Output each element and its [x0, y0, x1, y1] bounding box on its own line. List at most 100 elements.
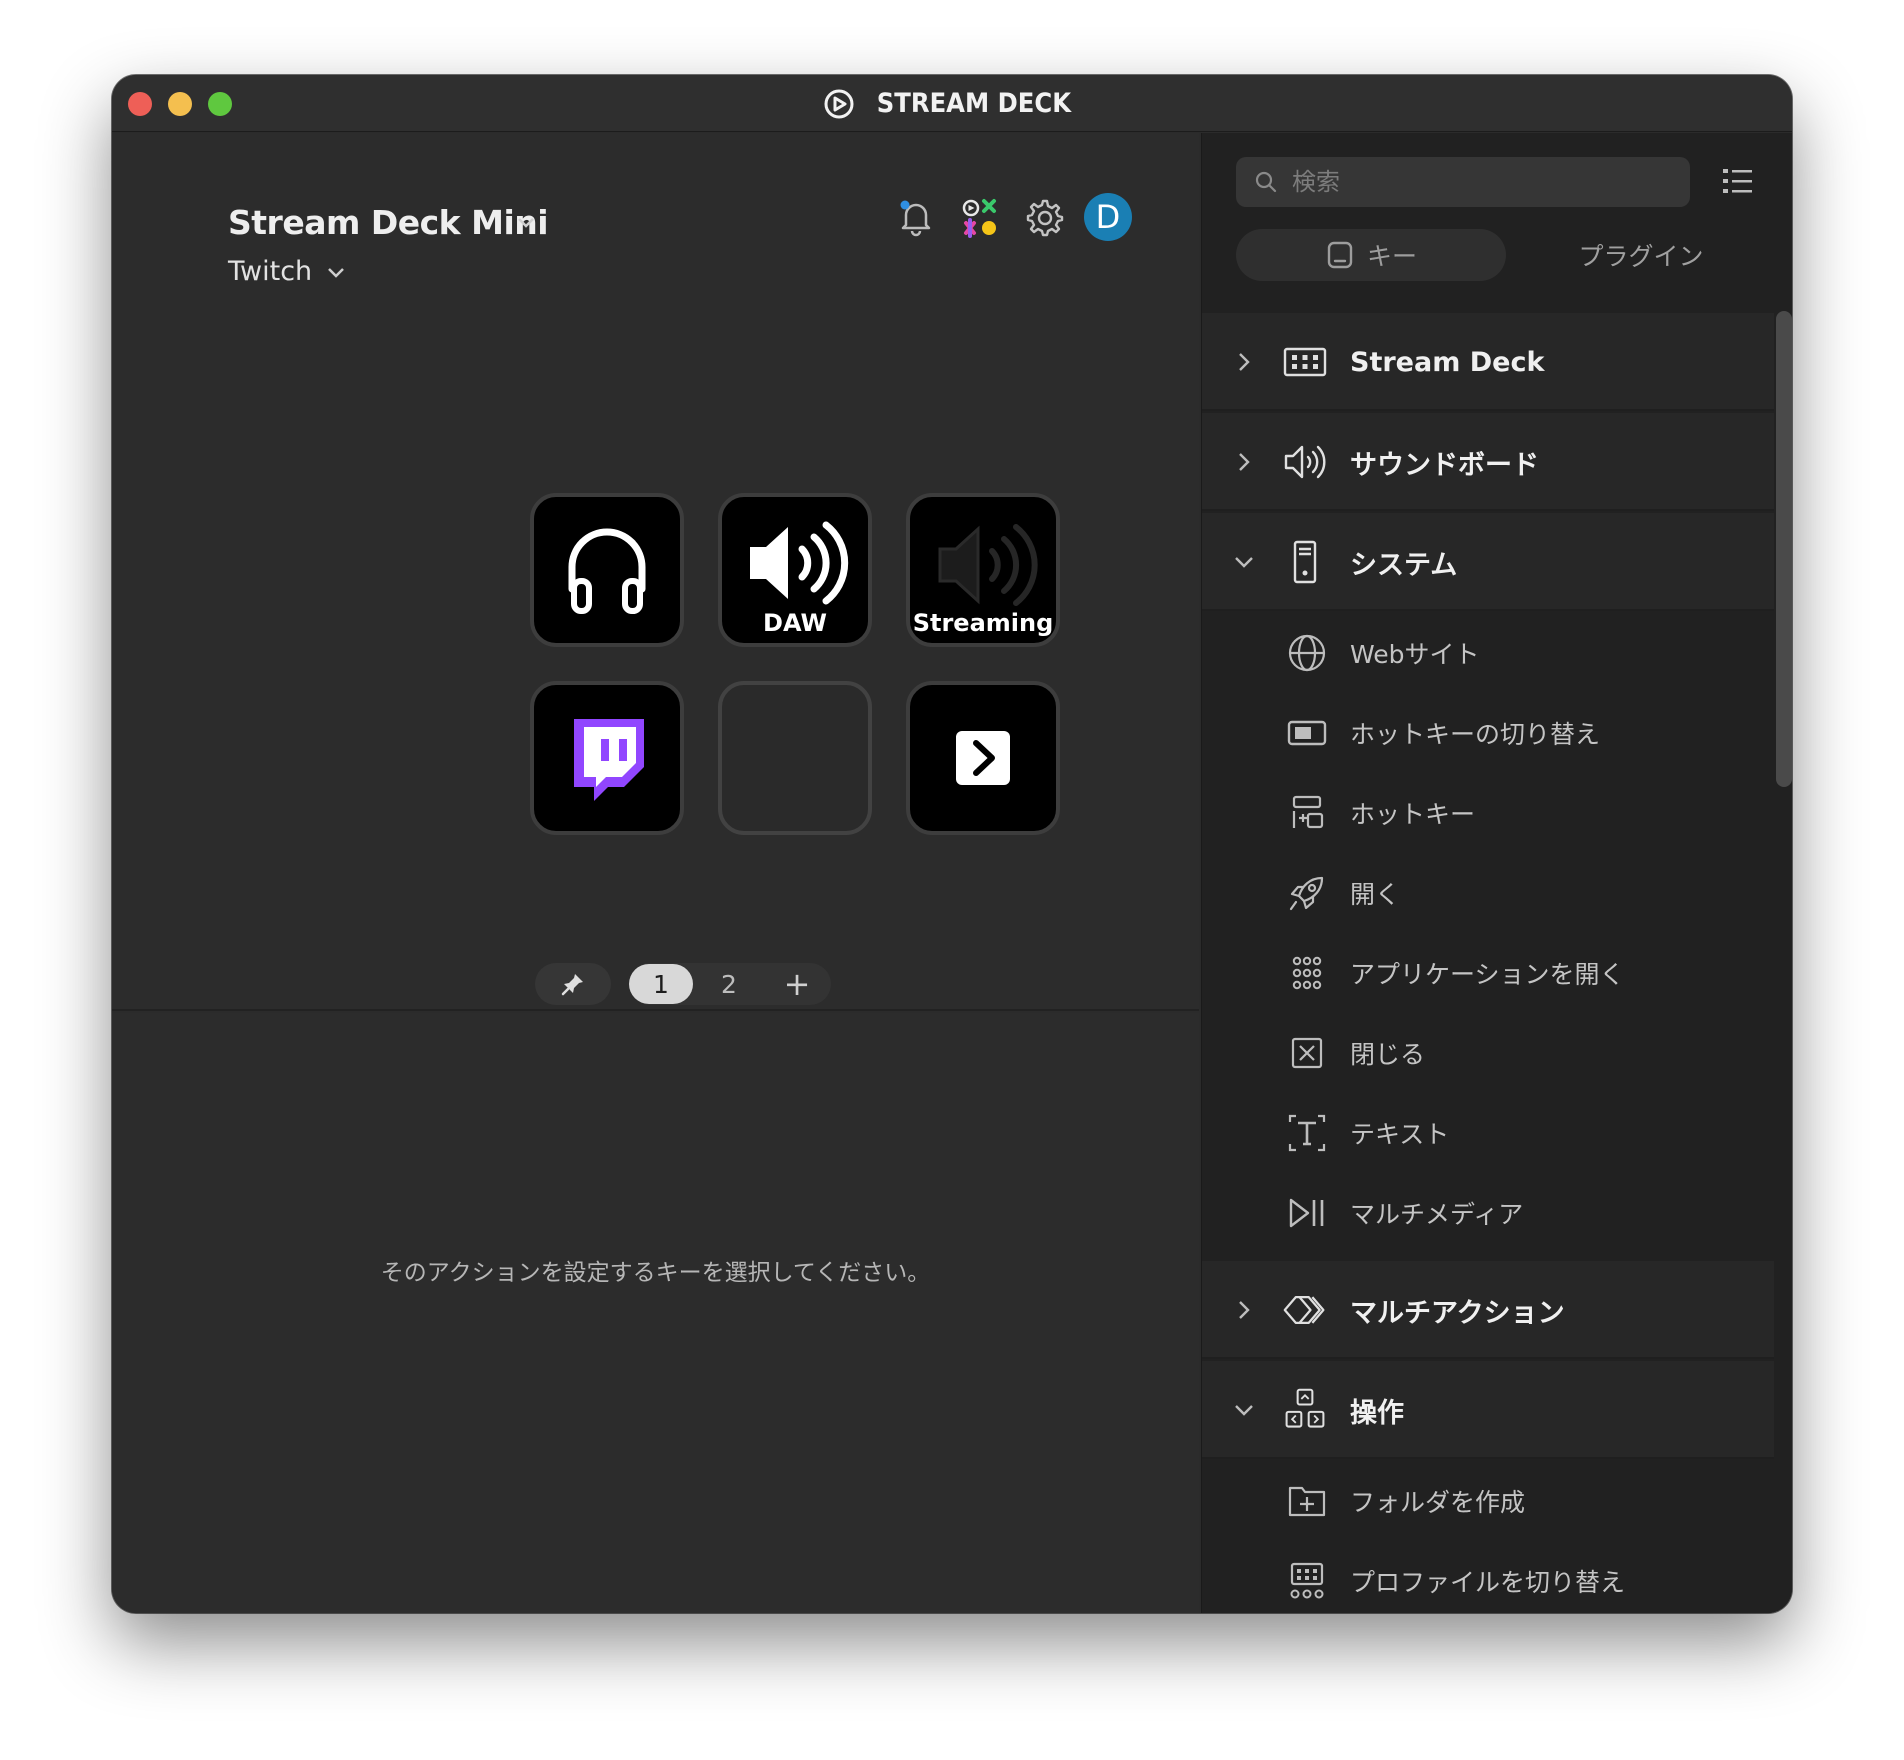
chevron-right-icon — [1239, 353, 1250, 371]
action-multimedia[interactable]: マルチメディア — [1202, 1173, 1774, 1253]
action-close[interactable]: 閉じる — [1202, 1013, 1774, 1093]
category-multi-action[interactable]: マルチアクション — [1202, 1261, 1774, 1359]
rocket-icon — [1289, 876, 1324, 911]
globe-icon — [1288, 634, 1326, 672]
marketplace-button[interactable] — [956, 193, 1004, 241]
action-label: アプリケーションを開く — [1350, 960, 1625, 989]
folder-plus-icon — [1288, 1486, 1326, 1517]
action-open-application[interactable]: アプリケーションを開く — [1202, 933, 1774, 1013]
key-4[interactable] — [530, 681, 684, 835]
category-operation[interactable]: 操作 — [1202, 1361, 1774, 1459]
hotkey-icon — [1292, 795, 1324, 829]
arrow-keys-icon — [1285, 1388, 1325, 1428]
switch-profile-icon — [1290, 1562, 1324, 1599]
multi-action-icon — [1283, 1296, 1325, 1324]
avatar: D — [1084, 193, 1132, 241]
account-button[interactable]: D — [1084, 193, 1132, 241]
action-list: Stream Deck サウンドボード システム Webサイト ホットキーの切り… — [1202, 313, 1774, 1613]
close-box-icon — [1291, 1037, 1323, 1069]
key-icon — [1327, 241, 1353, 269]
action-label: ホットキーの切り替え — [1350, 720, 1601, 749]
category-soundboard[interactable]: サウンドボード — [1202, 413, 1774, 511]
chevron-right-icon — [1239, 1301, 1250, 1319]
action-hotkey-switch[interactable]: ホットキーの切り替え — [1202, 693, 1774, 773]
action-create-folder[interactable]: フォルダを作成 — [1202, 1461, 1774, 1541]
action-label: 開く — [1350, 880, 1401, 909]
search-box — [1236, 157, 1690, 207]
key-1[interactable] — [530, 493, 684, 647]
sidebar-scrollbar[interactable] — [1776, 311, 1792, 787]
property-inspector: そのアクションを設定するキーを選択してください。 — [112, 1013, 1199, 1613]
search-icon — [1255, 171, 1277, 193]
key-5[interactable] — [718, 681, 872, 835]
toggle-icon — [1287, 720, 1327, 746]
actions-sidebar: キー プラグイン Stream Deck — [1201, 133, 1792, 1613]
chevron-down-icon — [1235, 1405, 1253, 1416]
action-label: 閉じる — [1350, 1040, 1426, 1069]
bell-icon — [900, 200, 931, 237]
stream-deck-logo-icon — [824, 89, 854, 118]
action-label: マルチメディア — [1350, 1200, 1524, 1229]
action-label: テキスト — [1350, 1120, 1450, 1149]
profile-name[interactable]: Twitch — [228, 256, 312, 287]
app-grid-icon — [1292, 956, 1322, 990]
pin-icon — [561, 974, 583, 996]
stream-deck-device-icon — [1283, 347, 1327, 377]
action-open[interactable]: 開く — [1202, 853, 1774, 933]
profile-dropdown-chevron-icon[interactable] — [324, 261, 348, 285]
app-title: STREAM DECK — [112, 75, 1792, 132]
headphones-icon — [568, 528, 646, 614]
select-key-hint: そのアクションを設定するキーを選択してください。 — [380, 1260, 931, 1286]
add-page-button[interactable]: + — [765, 964, 829, 1004]
twitch-logo — [574, 719, 644, 801]
device-dropdown-chevron-icon[interactable] — [514, 211, 538, 235]
computer-tower-icon — [1293, 540, 1317, 584]
next-page-icon — [956, 731, 1010, 785]
category-label: システム — [1350, 549, 1458, 581]
key-3[interactable]: Streaming — [906, 493, 1060, 647]
title-bar: STREAM DECK — [112, 75, 1792, 132]
chevron-right-icon — [1239, 453, 1250, 471]
notifications-button[interactable] — [892, 193, 940, 241]
action-switch-profile[interactable]: プロファイルを切り替え — [1202, 1541, 1774, 1613]
tab-plugins-label: プラグイン — [1578, 242, 1704, 271]
action-label: フォルダを作成 — [1350, 1488, 1526, 1517]
category-label: マルチアクション — [1350, 1297, 1565, 1329]
marketplace-icon — [962, 199, 996, 238]
search-input[interactable] — [1292, 157, 1672, 207]
action-label: ホットキー — [1350, 800, 1476, 829]
action-label: プロファイルを切り替え — [1350, 1568, 1626, 1597]
key-3-label: Streaming — [912, 609, 1054, 637]
speaker-icon — [1284, 445, 1326, 479]
key-2-label: DAW — [763, 609, 827, 637]
key-6[interactable] — [906, 681, 1060, 835]
tab-keys-label: キー — [1366, 242, 1417, 271]
key-2[interactable]: DAW — [718, 493, 872, 647]
category-label: Stream Deck — [1350, 346, 1545, 378]
action-website[interactable]: Webサイト — [1202, 613, 1774, 693]
app-title-text: STREAM DECK — [876, 88, 1072, 119]
tab-plugins[interactable]: プラグイン — [1506, 229, 1776, 281]
settings-button[interactable] — [1020, 193, 1068, 241]
category-stream-deck[interactable]: Stream Deck — [1202, 313, 1774, 411]
sidebar-tabs: キー プラグイン — [1236, 229, 1776, 281]
device-canvas: Stream Deck Mini Twitch D DAW Streaming … — [112, 133, 1199, 1011]
page-2-button[interactable]: 2 — [697, 964, 761, 1004]
tab-keys[interactable]: キー — [1236, 229, 1506, 281]
page-list: 1 2 + — [629, 963, 831, 1005]
action-text[interactable]: テキスト — [1202, 1093, 1774, 1173]
action-label: Webサイト — [1350, 640, 1480, 669]
gear-icon — [1026, 199, 1064, 237]
action-hotkey[interactable]: ホットキー — [1202, 773, 1774, 853]
category-system[interactable]: システム — [1202, 513, 1774, 611]
pin-page-button[interactable] — [535, 963, 611, 1005]
play-pause-icon — [1289, 1198, 1324, 1228]
chevron-down-icon — [1235, 557, 1253, 568]
category-label: 操作 — [1350, 1397, 1404, 1429]
app-window: STREAM DECK Stream Deck Mini Twitch D DA… — [112, 75, 1792, 1613]
device-name[interactable]: Stream Deck Mini — [228, 203, 549, 242]
text-icon — [1288, 1114, 1326, 1152]
category-label: サウンドボード — [1350, 449, 1539, 481]
page-1-button[interactable]: 1 — [629, 964, 693, 1004]
list-view-icon[interactable] — [1720, 163, 1756, 199]
